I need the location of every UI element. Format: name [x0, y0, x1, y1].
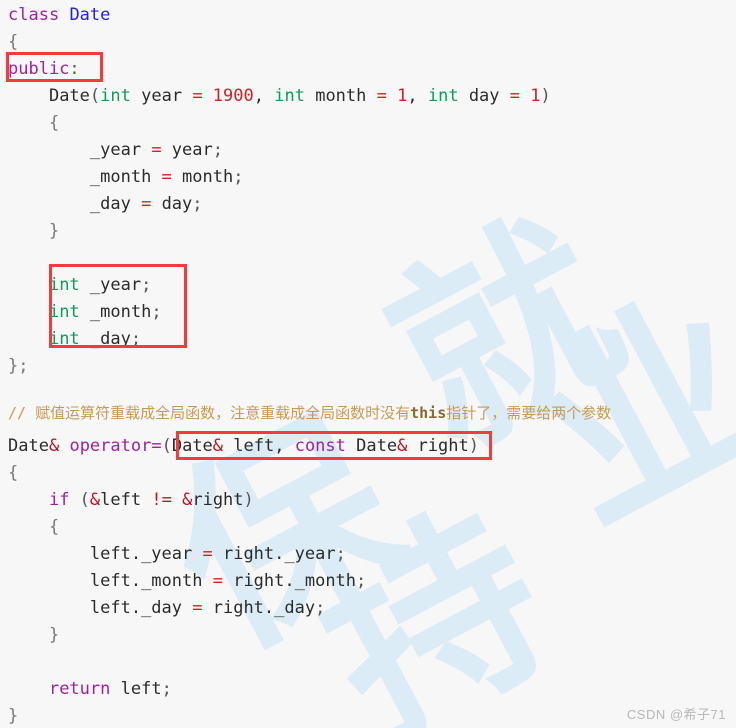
param-name-1: year — [141, 86, 183, 106]
code-line-23: left._day = right._day; — [89, 598, 326, 618]
ampersand-icon: & — [48, 436, 60, 456]
code-line-1: class Date — [8, 2, 110, 29]
keyword-operator: operator — [69, 436, 152, 456]
code-line-4: Date(int year = 1900, int month = 1, int… — [48, 86, 551, 106]
assign-rhs: right._year — [222, 544, 336, 564]
assign-rhs: right._month — [233, 571, 357, 591]
keyword-return: return — [48, 679, 111, 699]
code-line-12: int _month; — [48, 302, 162, 322]
comparison-operator: != — [151, 490, 172, 510]
param-type-2: int — [274, 86, 305, 106]
param-default-2: 1 — [397, 86, 408, 106]
code-block: class Date { public: Date(int year = 190… — [0, 0, 736, 728]
code-line-2: { — [8, 32, 19, 52]
code-line-14: }; — [8, 356, 29, 376]
colon-punct: : — [69, 59, 80, 79]
class-name-date: Date — [69, 5, 111, 25]
assign-lhs: left._month — [89, 571, 203, 591]
code-line-6: _year = year; — [89, 140, 223, 160]
comment-keyword-this: this — [410, 404, 447, 422]
param-default-3: 1 — [530, 86, 541, 106]
comment-text-a: 赋值运算符重载成全局函数，注意重载成全局函数时没有 — [26, 404, 411, 422]
code-line-8: _day = day; — [89, 194, 203, 214]
code-line-13: int _day; — [48, 329, 142, 349]
code-line-5: { — [8, 113, 60, 133]
keyword-class: class — [8, 5, 60, 25]
comment-marker: // — [8, 404, 27, 422]
code-line-26: return left; — [48, 679, 172, 699]
assign-rhs: day — [161, 194, 193, 214]
member-name: _day — [89, 329, 131, 349]
code-line-20: { — [8, 517, 60, 537]
param-type-3: int — [427, 86, 459, 106]
member-type: int — [48, 275, 80, 295]
code-line-19: if (&left != &right) — [48, 490, 254, 510]
csdn-watermark: CSDN @希子71 — [626, 707, 726, 722]
keyword-if: if — [48, 490, 70, 510]
member-name: _month — [89, 302, 152, 322]
code-line-18: { — [8, 463, 19, 483]
assign-lhs: _year — [89, 140, 142, 160]
keyword-const: const — [294, 436, 346, 456]
assign-lhs: left._year — [89, 544, 193, 564]
param-type-1: int — [100, 86, 131, 106]
code-line-24: } — [8, 625, 60, 645]
param-name-3: day — [468, 86, 500, 106]
assign-rhs: right._day — [212, 598, 316, 618]
code-line-3: public: — [8, 56, 80, 83]
code-screenshot: 保 持 就 业 class Date { public: Date(int ye… — [0, 0, 736, 728]
param-name-2: month — [315, 86, 367, 106]
code-line-7: _month = month; — [89, 167, 244, 187]
assign-lhs: _month — [89, 167, 152, 187]
code-line-11: int _year; — [48, 275, 152, 295]
code-line-27: } — [8, 706, 19, 726]
operator-symbol: = — [151, 436, 162, 456]
code-line-16-comment: // 赋值运算符重载成全局函数，注意重载成全局函数时没有this指针了，需要给两… — [8, 400, 611, 427]
keyword-public: public — [8, 59, 70, 79]
member-type: int — [48, 329, 80, 349]
code-line-22: left._month = right._month; — [89, 571, 367, 591]
code-line-17: Date& operator=(Date& left, const Date& … — [8, 436, 479, 456]
param-default-1: 1900 — [212, 86, 254, 106]
constructor-name: Date — [48, 86, 90, 106]
assign-rhs: month — [182, 167, 234, 187]
code-line-21: left._year = right._year; — [89, 544, 346, 564]
member-name: _year — [89, 275, 142, 295]
return-type: Date — [8, 436, 49, 456]
assign-rhs: year — [171, 140, 213, 160]
comment-text-b: 指针了，需要给两个参数 — [446, 404, 612, 422]
return-value: left — [120, 679, 162, 699]
member-type: int — [48, 302, 80, 322]
code-line-9: } — [8, 221, 60, 241]
assign-lhs: _day — [89, 194, 131, 214]
assign-lhs: left._day — [89, 598, 183, 618]
